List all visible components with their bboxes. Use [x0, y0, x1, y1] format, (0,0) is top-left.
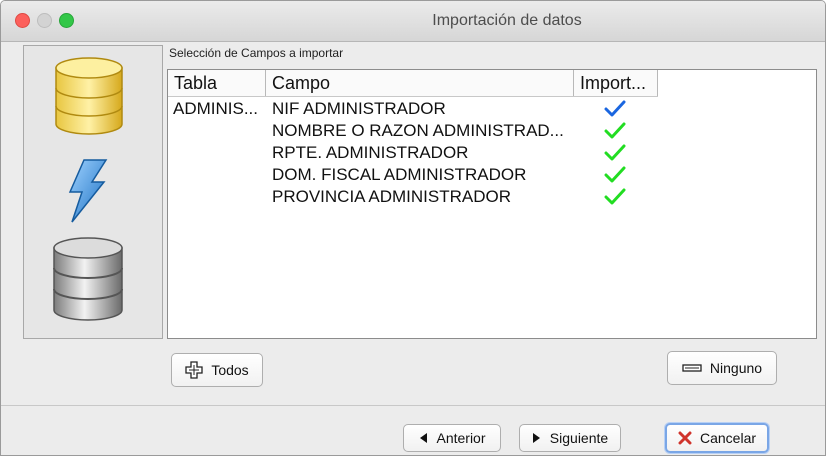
window-title: Importación de datos: [432, 12, 582, 29]
cell-campo: DOM. FISCAL ADMINISTRADOR: [272, 165, 527, 184]
cell-campo: PROVINCIA ADMINISTRADOR: [272, 187, 511, 206]
cell-campo: NIF ADMINISTRADOR: [272, 99, 446, 118]
lightning-icon: [68, 159, 108, 223]
table-header: Tabla Campo Import...: [168, 70, 658, 97]
cell-campo: RPTE. ADMINISTRADOR: [272, 143, 469, 162]
select-all-button[interactable]: Todos: [171, 353, 263, 387]
cell-tabla: [173, 186, 265, 208]
next-label: Siguiente: [549, 430, 609, 446]
table-row[interactable]: ADMINIS... NIF ADMINISTRADOR: [168, 98, 658, 120]
section-label: Selección de Campos a importar: [169, 46, 344, 60]
checkmark-icon[interactable]: [604, 122, 626, 140]
table-row[interactable]: RPTE. ADMINISTRADOR: [168, 142, 658, 164]
side-illustration-panel: [23, 45, 163, 339]
column-header-campo[interactable]: Campo: [266, 70, 574, 96]
title-bar: Importación de datos: [1, 1, 825, 42]
column-header-tabla[interactable]: Tabla: [168, 70, 266, 96]
arrow-right-icon: [532, 433, 540, 443]
select-none-label: Ninguno: [709, 360, 763, 376]
database-gray-icon: [53, 237, 123, 321]
select-none-button[interactable]: Ninguno: [667, 351, 777, 385]
table-row[interactable]: PROVINCIA ADMINISTRADOR: [168, 186, 658, 208]
select-all-label: Todos: [211, 362, 249, 378]
cell-tabla: ADMINIS...: [173, 99, 259, 118]
cell-tabla: [173, 164, 265, 186]
previous-label: Anterior: [436, 430, 486, 446]
table-row[interactable]: DOM. FISCAL ADMINISTRADOR: [168, 164, 658, 186]
footer-separator: [1, 405, 825, 406]
fields-table: Tabla Campo Import... ADMINIS... NIF ADM…: [167, 69, 817, 339]
checkmark-icon[interactable]: [604, 144, 626, 162]
cancel-label: Cancelar: [699, 430, 757, 446]
cell-campo: NOMBRE O RAZON ADMINISTRAD...: [272, 121, 564, 140]
cell-tabla: [173, 142, 265, 164]
previous-button[interactable]: Anterior: [403, 424, 501, 452]
checkmark-icon[interactable]: [604, 100, 626, 118]
next-button[interactable]: Siguiente: [519, 424, 621, 452]
arrow-left-icon: [420, 433, 428, 443]
database-gold-icon: [55, 57, 123, 135]
cell-tabla: [173, 120, 265, 142]
add-icon: [185, 361, 203, 379]
remove-icon: [682, 364, 702, 372]
cancel-x-icon: [678, 431, 692, 445]
cancel-button[interactable]: Cancelar: [665, 423, 769, 453]
column-header-import[interactable]: Import...: [574, 70, 658, 96]
table-row[interactable]: NOMBRE O RAZON ADMINISTRAD...: [168, 120, 658, 142]
import-window: Importación de datos Selección de Campos…: [0, 0, 826, 456]
checkmark-icon[interactable]: [604, 188, 626, 206]
checkmark-icon[interactable]: [604, 166, 626, 184]
